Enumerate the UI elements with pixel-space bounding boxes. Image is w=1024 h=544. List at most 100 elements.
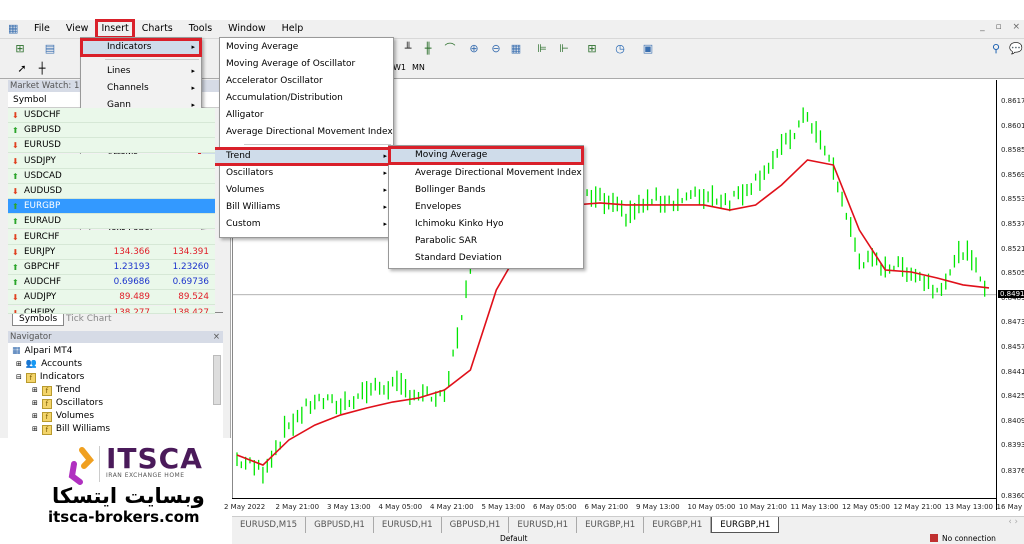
market-watch-row[interactable]: ⬆ USDCAD xyxy=(8,168,215,184)
indicators-icon[interactable]: ⊞ xyxy=(584,42,600,56)
nav-item-bill-williams[interactable]: ⊞ f Bill Williams xyxy=(32,423,110,436)
menu-item-standard-deviation[interactable]: Standard Deviation xyxy=(389,250,583,267)
menu-charts[interactable]: Charts xyxy=(134,20,181,38)
menu-item-label: Oscillators xyxy=(226,168,274,178)
menu-item-average-directional-movement-index[interactable]: Average Directional Movement Index xyxy=(389,165,583,182)
menu-item-volumes[interactable]: Volumes ▸ xyxy=(220,182,393,199)
menu-tools[interactable]: Tools xyxy=(181,20,220,38)
templates-icon[interactable]: ▣ xyxy=(640,42,656,56)
search-icon[interactable]: ⚲ xyxy=(988,42,1004,56)
chart-tab[interactable]: EURUSD,H1 xyxy=(509,517,578,533)
menu-item-label: Accumulation/Distribution xyxy=(226,93,343,103)
menu-item-alligator[interactable]: Alligator xyxy=(220,107,393,124)
time-tick: 2 May 21:00 xyxy=(275,503,320,511)
line-chart-icon[interactable]: ⌒ xyxy=(442,42,458,56)
periods-icon[interactable]: ◷ xyxy=(612,42,628,56)
new-chart-icon[interactable]: ⊞ xyxy=(12,42,28,56)
market-watch-row[interactable]: ⬇ CHFJPY 138.277 138.427 xyxy=(8,305,215,314)
chart-tab[interactable]: GBPUSD,H1 xyxy=(306,517,374,533)
close-icon[interactable]: × xyxy=(213,331,220,343)
menu-item-trend[interactable]: Trend ▸ xyxy=(198,147,394,166)
time-tick: 16 May 05:00 xyxy=(996,503,1024,511)
bar-chart-icon[interactable]: ╨ xyxy=(400,42,416,56)
accounts-icon: 👥 xyxy=(25,359,38,369)
menu-item-accumulation-distribution[interactable]: Accumulation/Distribution xyxy=(220,90,393,107)
menu-item-label: Indicators xyxy=(107,42,152,52)
price-axis[interactable]: 0.86170 0.86010 0.85850 0.85690 0.85530 0.853… xyxy=(996,80,1024,510)
candlestick-icon[interactable]: ╫ xyxy=(420,42,436,56)
market-watch-row[interactable]: ⬇ AUDUSD xyxy=(8,184,215,199)
market-watch-row[interactable]: ⬇ EURJPY 134.366 134.391 xyxy=(8,244,215,260)
chart-shift-icon[interactable]: ⊫ xyxy=(534,42,550,56)
market-watch-row[interactable]: ⬆ EURAUD xyxy=(8,214,215,230)
menu-item-parabolic-sar[interactable]: Parabolic SAR xyxy=(389,233,583,250)
crosshair-icon[interactable]: ┼ xyxy=(34,62,50,76)
chart-tab[interactable]: GBPUSD,H1 xyxy=(442,517,510,533)
chart-tab[interactable]: EURGBP,H1 xyxy=(577,517,645,533)
market-watch-row[interactable]: ⬇ USDCHF xyxy=(8,108,215,123)
profiles-icon[interactable]: ▤ xyxy=(42,42,58,56)
nav-item-alpari[interactable]: ▦ Alpari MT4 xyxy=(12,345,72,358)
menu-file[interactable]: File xyxy=(26,20,58,38)
menu-item-label: Moving Average xyxy=(226,42,299,52)
menu-item-accelerator-oscillator[interactable]: Accelerator Oscillator xyxy=(220,73,393,90)
symbol-name: CHFJPY xyxy=(24,307,55,314)
nav-item-oscillators[interactable]: ⊞ f Oscillators xyxy=(32,397,103,410)
menu-item-moving-average[interactable]: Moving Average xyxy=(220,39,393,56)
menu-item-lines[interactable]: Lines ▸ xyxy=(81,63,201,80)
market-watch-row[interactable]: ⬇ EURUSD xyxy=(8,138,215,154)
nav-item-accounts[interactable]: ⊞ 👥 Accounts xyxy=(16,358,82,371)
chart-tab[interactable]: EURGBP,H1 xyxy=(644,517,712,533)
market-watch-row[interactable]: ⬇ USDJPY xyxy=(8,153,215,169)
expand-icon: ⊞ xyxy=(32,425,38,433)
menu-window[interactable]: Window xyxy=(220,20,273,38)
menu-insert[interactable]: Insert xyxy=(95,19,135,39)
logo-brand: ITSCA xyxy=(106,442,203,475)
arrow-up-icon: ⬆ xyxy=(12,202,19,212)
chart-tab[interactable]: EURUSD,H1 xyxy=(374,517,442,533)
menu-item-indicators[interactable]: Indicators ▸ xyxy=(80,38,202,57)
menu-help[interactable]: Help xyxy=(274,20,312,38)
menu-item-average-directional-movement-index[interactable]: Average Directional Movement Index xyxy=(220,124,393,141)
menu-item-channels[interactable]: Channels ▸ xyxy=(81,80,201,97)
market-watch-row[interactable]: ⬆ AUDCHF 0.69686 0.69736 xyxy=(8,275,215,291)
menu-item-label: Moving Average xyxy=(415,150,488,160)
logo-tagline: IRAN EXCHANGE HOME xyxy=(106,472,185,479)
cursor-icon[interactable]: ➚ xyxy=(14,62,30,76)
tile-windows-icon[interactable]: ▦ xyxy=(508,42,524,56)
market-watch-row[interactable]: ⬇ EURCHF xyxy=(8,229,215,245)
chat-icon[interactable]: 💬 xyxy=(1008,42,1024,56)
tab-scroll-arrows[interactable]: ‹ › xyxy=(1008,517,1024,533)
ask-price: 0.69736 xyxy=(172,277,209,288)
nav-item-volumes[interactable]: ⊞ f Volumes xyxy=(32,410,94,423)
zoom-out-icon[interactable]: ⊖ xyxy=(488,42,504,56)
menu-item-bollinger-bands[interactable]: Bollinger Bands xyxy=(389,182,583,199)
menu-item-moving-average[interactable]: Moving Average xyxy=(388,146,584,165)
menu-view[interactable]: View xyxy=(58,20,97,38)
menu-item-envelopes[interactable]: Envelopes xyxy=(389,199,583,216)
market-watch-row[interactable]: ⬆ GBPUSD xyxy=(8,123,215,139)
nav-item-indicators[interactable]: ⊟ f Indicators xyxy=(16,371,84,384)
tab-tick-chart[interactable]: Tick Chart xyxy=(66,314,111,324)
market-watch-row[interactable]: ⬇ AUDJPY 89.489 89.524 xyxy=(8,290,215,306)
timeframe-mn[interactable]: MN xyxy=(412,63,425,72)
zoom-in-icon[interactable]: ⊕ xyxy=(466,42,482,56)
nav-item-trend[interactable]: ⊞ f Trend xyxy=(32,384,81,397)
chart-tab[interactable]: EURUSD,M15 xyxy=(232,517,307,533)
chart-tab[interactable]: EURGBP,H1 xyxy=(711,517,780,533)
collapse-icon: ⊟ xyxy=(16,373,22,381)
navigator-scrollbar[interactable] xyxy=(213,355,221,405)
menu-item-bill-williams[interactable]: Bill Williams ▸ xyxy=(220,199,393,216)
time-axis[interactable]: 2 May 2022 2 May 21:00 3 May 13:00 4 May 05… xyxy=(224,498,1024,512)
market-watch-row[interactable]: ⬆ GBPCHF 1.23193 1.23260 xyxy=(8,260,215,275)
menu-item-moving-average-of-oscillator[interactable]: Moving Average of Oscillator xyxy=(220,56,393,73)
menu-item-ichimoku-kinko-hyo[interactable]: Ichimoku Kinko Hyo xyxy=(389,216,583,233)
autoscroll-icon[interactable]: ⊩ xyxy=(556,42,572,56)
window-controls[interactable]: _ ▫ × xyxy=(980,22,1024,32)
tab-symbols[interactable]: Symbols xyxy=(12,313,65,326)
menu-item-custom[interactable]: Custom ▸ xyxy=(220,216,393,233)
menu-item-oscillators[interactable]: Oscillators ▸ xyxy=(220,165,393,182)
timeframe-w1[interactable]: W1 xyxy=(393,63,406,72)
nav-label: Indicators xyxy=(39,372,85,382)
market-watch-row[interactable]: ⬆ EURGBP xyxy=(8,199,215,215)
